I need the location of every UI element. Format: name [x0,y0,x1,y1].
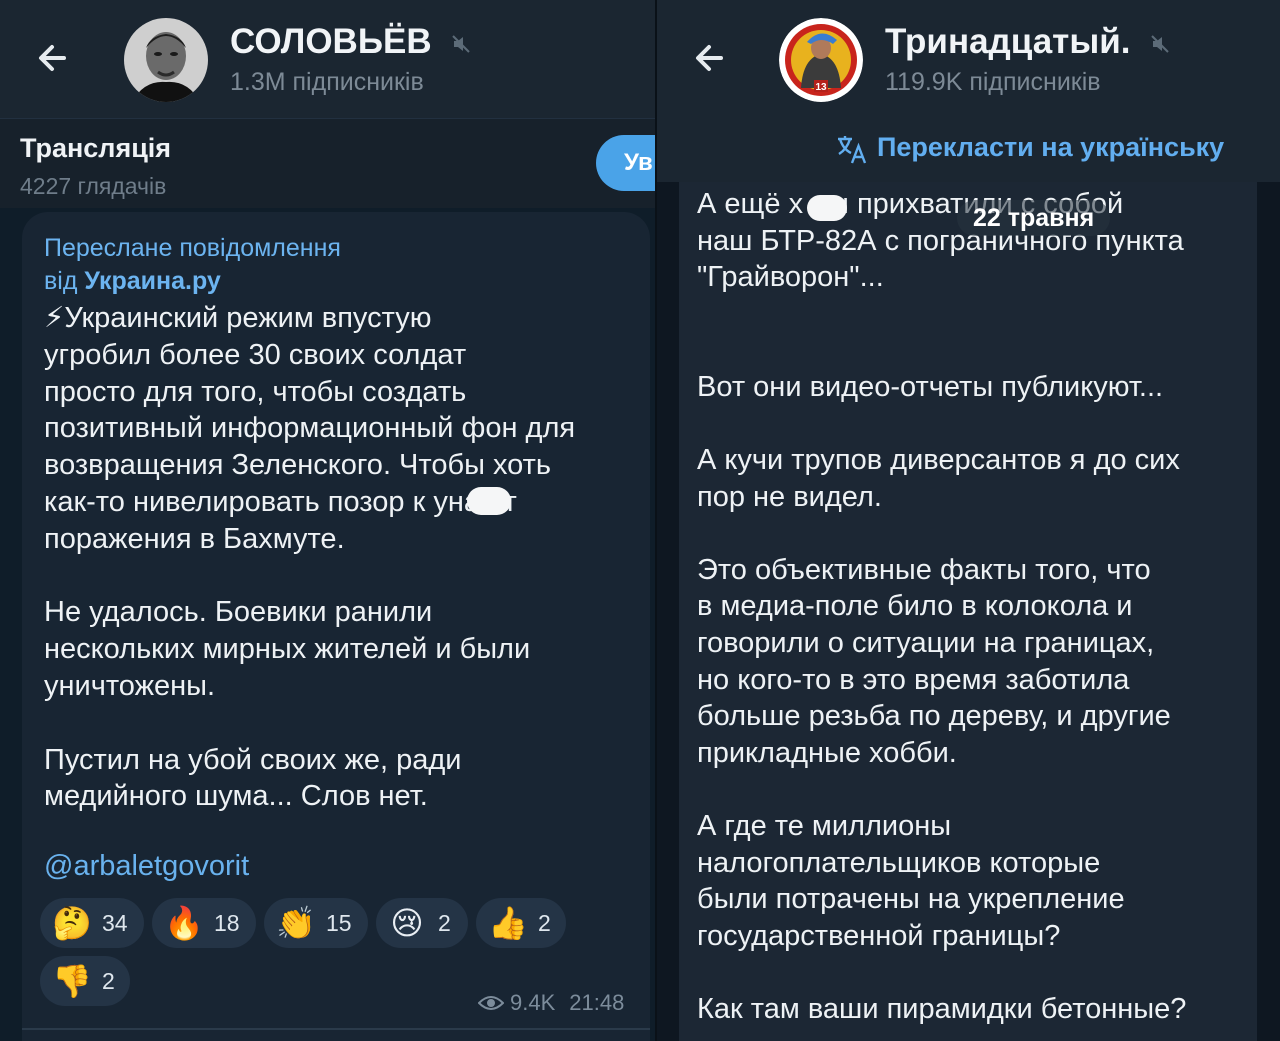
live-stream-bar[interactable]: Трансляція 4227 глядачів Ув [0,118,657,209]
right-chat-panel: 13 Тринадцатый. 119.9K підписників Перек… [657,0,1280,1041]
chat-header: СОЛОВЬЁВ 1.3M підписників [0,0,657,118]
join-live-button[interactable]: Ув [596,135,657,191]
message-line: уничтожены. [44,669,216,702]
reaction-count: 15 [326,909,352,936]
channel-title: Тринадцатый. [885,22,1170,62]
reaction-chip[interactable]: 😢 2 [376,898,468,948]
forward-source-link[interactable]: Украина.ру [84,267,220,295]
reaction-chip[interactable]: 👏 15 [264,898,368,948]
channel-avatar[interactable] [124,18,208,102]
reaction-emoji: 😢 [390,905,424,941]
message-line: больше резьба по дереву, и другие [697,700,1171,733]
message-line: возвращения Зеленского. Чтобы хоть [44,449,552,482]
message-line: Вот они видео-отчеты публикуют... [697,370,1164,403]
reaction-emoji: 🤔 [52,905,92,941]
subscriber-count: 1.3M підписників [230,68,424,96]
live-title: Трансляція [20,133,172,163]
left-chat-panel: СОЛОВЬЁВ 1.3M підписників Трансляція 422… [0,0,657,1041]
chat-header: 13 Тринадцатый. 119.9K підписників [657,0,1280,118]
reaction-count: 2 [438,909,451,936]
muted-icon [1151,35,1169,53]
bubble-bottom-edge [22,1028,650,1030]
author-mention-link[interactable]: @arbaletgovorit [44,850,249,883]
reaction-emoji: 👏 [276,905,316,941]
muted-icon [452,35,471,53]
reaction-count: 18 [214,909,240,936]
message-meta: 9.4K 21:48 [478,990,624,1016]
translate-button[interactable]: Перекласти на українську [877,132,1224,163]
message-line: медийного шума... Слов нет. [44,780,428,813]
message-line: Не удалось. Боевики ранили [44,596,433,629]
reaction-emoji: 👎 [52,963,92,999]
translate-bar[interactable]: Перекласти на українську [657,118,1280,182]
message-line: государственной границы? [697,919,1061,952]
reaction-chip[interactable]: 👍 2 [476,898,566,948]
message-line: Пустил на убой своих же, ради [44,743,462,776]
message-line: пор не видел. [697,480,882,513]
message-line: налогоплательщиков которые [697,846,1101,879]
channel-title: СОЛОВЬЁВ [230,22,471,62]
reaction-chip[interactable]: 🔥 18 [152,898,256,948]
message-line: позитивный информационный фон для [44,412,576,445]
message-line: были потрачены на укрепление [697,883,1125,916]
message-line: но кого-то в это время заботила [697,663,1130,696]
censor-blot [807,195,847,221]
message-line: Как там ваши пирамидки бетонные? [697,992,1187,1025]
svg-text:13: 13 [815,82,827,93]
translate-icon [838,136,867,164]
reaction-emoji: 👍 [488,905,528,941]
reaction-count: 34 [102,909,128,936]
message-time: 21:48 [569,990,625,1015]
message-text: А ещё х лы прихватили с собой наш БТР-82А… [697,186,1257,1027]
message-line: А где те миллионы [697,809,952,842]
message-line: ⚡Украинский режим впустую [44,302,432,334]
reaction-chip[interactable]: 👎 2 [40,956,130,1006]
message-line: в медиа-поле било в колокола и [697,590,1133,623]
message-line: "Грайворон"... [697,261,884,294]
subscriber-count: 119.9K підписників [885,68,1101,96]
live-viewers: 4227 глядачів [20,173,167,199]
reaction-emoji: 🔥 [164,905,204,941]
reaction-count: 2 [102,967,115,994]
message-line: нескольких мирных жителей и были [44,633,531,666]
reaction-count: 2 [538,909,551,936]
forwarded-header[interactable]: Переслане повідомлення від Украина.ру [44,232,341,298]
date-pill: 22 травня [957,200,1111,236]
message-line: как-то нивелировать позор к уна от [44,485,517,518]
channel-avatar[interactable]: 13 [779,18,863,102]
message-line: просто для того, чтобы создать [44,375,467,408]
message-line: угробил более 30 своих солдат [44,338,467,371]
message-line: Это объективные факты того, что [697,553,1151,586]
message-text: ⚡Украинский режим впустую угробил более 3… [44,300,634,815]
views-eye-icon [478,996,504,1010]
message-line: А кучи трупов диверсантов я до сих [697,443,1180,476]
message-line: поражения в Бахмуте. [44,522,345,555]
message-line: говорили о ситуации на границах, [697,626,1155,659]
back-arrow-icon[interactable] [34,38,74,78]
reaction-chip[interactable]: 🤔 34 [40,898,144,948]
back-arrow-icon[interactable] [691,38,731,78]
censor-blot [467,487,511,515]
message-line: прикладные хобби. [697,736,957,769]
view-count: 9.4K [510,990,556,1015]
forwarded-label: Переслане повідомлення [44,234,341,262]
